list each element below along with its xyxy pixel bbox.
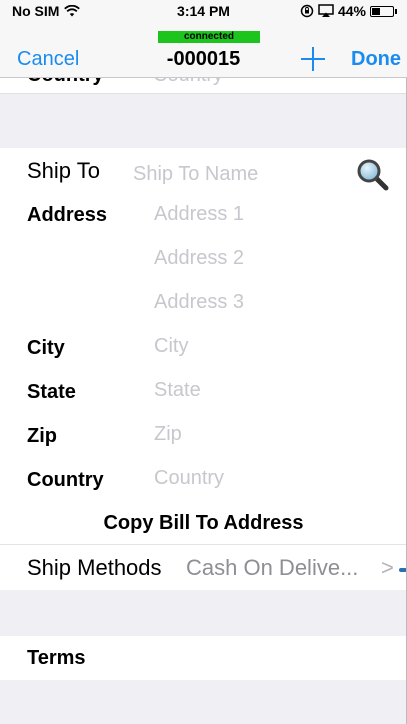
city-label: City [27, 337, 65, 359]
done-button[interactable]: Done [351, 48, 401, 71]
battery-tip [395, 8, 397, 14]
screen: No SIM 3:14 PM 44% Cancel -000015 Done c… [0, 0, 407, 724]
battery-level [372, 7, 381, 15]
state-row: State State [0, 370, 407, 414]
magnifier-icon[interactable] [356, 158, 390, 192]
country-field[interactable]: Country [154, 467, 224, 490]
battery-icon [370, 5, 394, 17]
country-label: Country [27, 469, 104, 491]
address-row-1: Address Address 1 [0, 194, 407, 238]
previous-country-row: Country Country [0, 78, 407, 94]
city-row: City City [0, 326, 407, 370]
previous-country-label: Country [27, 78, 104, 87]
plus-icon[interactable] [301, 47, 325, 71]
address-label: Address [27, 204, 108, 226]
address-row-3: Address 3 [0, 282, 407, 326]
state-field[interactable]: State [154, 379, 201, 402]
ship-to-name-field[interactable]: Ship To Name [133, 163, 258, 186]
status-right: 44% [300, 3, 397, 19]
address-row-2: Address 2 [0, 238, 407, 282]
status-bar: No SIM 3:14 PM 44% [0, 0, 407, 20]
city-field[interactable]: City [154, 335, 188, 358]
state-label: State [27, 381, 76, 403]
address-2-field[interactable]: Address 2 [154, 247, 244, 270]
cancel-button[interactable]: Cancel [17, 48, 79, 71]
zip-field[interactable]: Zip [154, 423, 182, 446]
ship-methods-value: Cash On Delive... [186, 555, 359, 580]
address-1-field[interactable]: Address 1 [154, 203, 244, 226]
zip-label: Zip [27, 425, 57, 447]
navigation-bar: Cancel -000015 Done [0, 20, 407, 78]
ship-to-row: Ship To Ship To Name [0, 148, 407, 194]
copy-bill-to-address-button[interactable]: Copy Bill To Address [0, 512, 407, 535]
terms-section[interactable]: Terms [0, 636, 407, 680]
address-3-field[interactable]: Address 3 [154, 291, 244, 314]
previous-country-field[interactable]: Country [153, 78, 223, 87]
ship-to-label: Ship To [27, 158, 100, 183]
terms-label: Terms [27, 647, 86, 669]
chevron-right-icon: > [381, 555, 394, 580]
zip-row: Zip Zip [0, 414, 407, 458]
battery-percent: 44% [337, 3, 366, 19]
ship-methods-label: Ship Methods [27, 555, 162, 580]
orientation-lock-icon [300, 4, 314, 18]
country-row: Country Country [0, 458, 407, 502]
ship-methods-row[interactable]: Ship Methods Cash On Delive... > [0, 544, 407, 590]
ship-to-section: Ship To Ship To Name Address Address 1 A… [0, 148, 407, 590]
airplay-icon [318, 4, 334, 17]
connection-status-badge: connected [158, 31, 260, 43]
